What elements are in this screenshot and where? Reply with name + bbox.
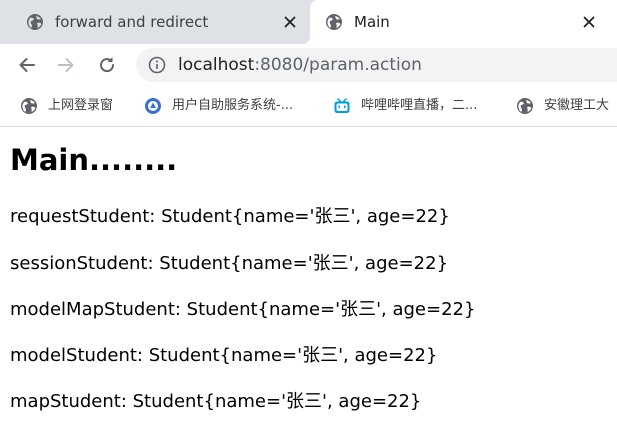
page-heading: Main........: [10, 143, 178, 177]
bookmarks-bar: 上网登录窗 用户自助服务系统-... 哔哩哔哩直播，二... 安徽理工大: [0, 86, 617, 127]
url-path: :8080/param.action: [254, 55, 422, 75]
map-student-line: mapStudent: Student{name='张三', age=22}: [10, 391, 422, 412]
globe-icon: [517, 98, 533, 114]
model-student-line: modelStudent: Student{name='张三', age=22}: [10, 345, 438, 366]
request-student-line: requestStudent: Student{name='张三', age=2…: [10, 206, 450, 227]
tab-strip: forward and redirect Main: [0, 0, 617, 44]
bookmark-label: 用户自助服务系统-...: [172, 98, 294, 113]
address-bar[interactable]: localhost:8080/param.action: [136, 48, 617, 82]
globe-icon: [27, 14, 43, 30]
modelmap-student-line: modelMapStudent: Student{name='张三', age=…: [10, 299, 476, 320]
close-icon[interactable]: [580, 13, 598, 31]
globe-icon: [21, 98, 37, 114]
forward-arrow-icon[interactable]: [55, 54, 77, 76]
tab-forward-and-redirect[interactable]: forward and redirect: [0, 0, 310, 44]
page-content: Main........ requestStudent: Student{nam…: [0, 127, 617, 429]
tab-main[interactable]: Main: [302, 0, 617, 44]
bookmark-label: 哔哩哔哩直播，二...: [361, 98, 478, 113]
globe-icon: [326, 14, 342, 30]
session-student-line: sessionStudent: Student{name='张三', age=2…: [10, 253, 449, 274]
bookmark-label: 安徽理工大: [544, 98, 610, 113]
url-host: localhost: [178, 55, 255, 75]
tab-title: forward and redirect: [55, 13, 209, 31]
info-icon[interactable]: [148, 56, 166, 74]
reload-icon[interactable]: [96, 54, 118, 76]
toolbar: localhost:8080/param.action: [0, 44, 617, 86]
portal-icon: [145, 98, 161, 114]
bilibili-icon: [334, 98, 350, 113]
back-arrow-icon[interactable]: [16, 54, 38, 76]
bookmark-label: 上网登录窗: [48, 98, 114, 113]
url-text[interactable]: localhost:8080/param.action: [178, 55, 422, 75]
close-icon[interactable]: [281, 13, 299, 31]
tab-title: Main: [354, 13, 390, 31]
